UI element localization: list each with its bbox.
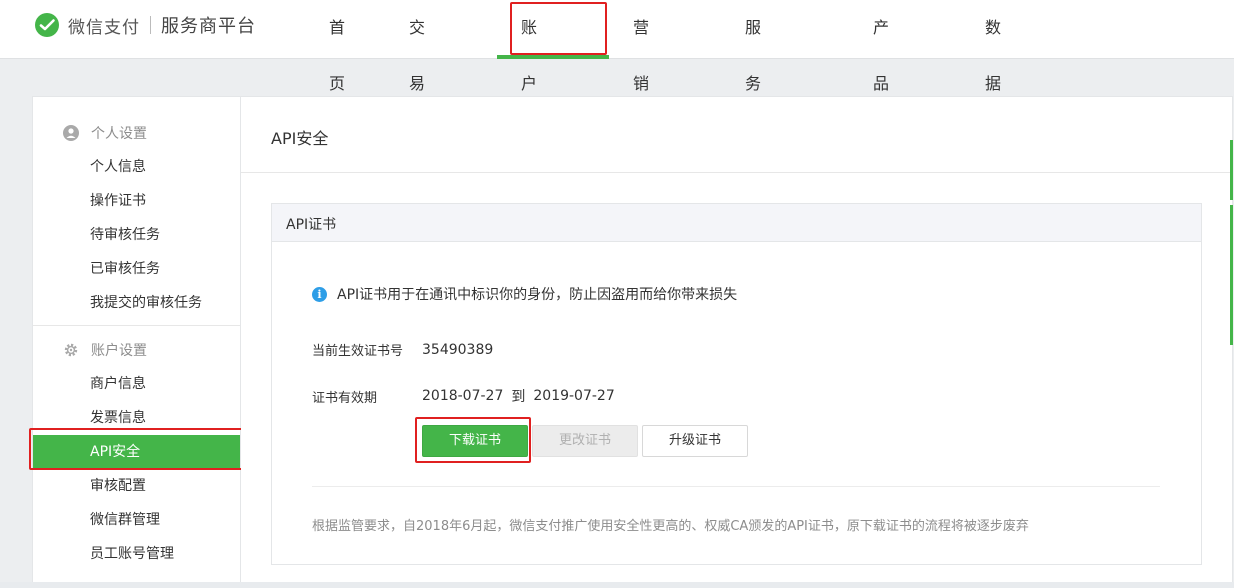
validity-label: 证书有效期: [312, 390, 378, 406]
wechat-pay-logo-icon: [35, 13, 59, 37]
sidebar-group-account: 账户设置: [63, 340, 147, 360]
user-icon: [63, 125, 79, 141]
title-divider: [241, 172, 1232, 173]
nav-home[interactable]: 首页: [329, 0, 345, 93]
sidebar-item-staff-accounts[interactable]: 员工账号管理: [33, 537, 240, 571]
valid-from: 2018-07-27: [422, 388, 504, 404]
nav-provider-functions[interactable]: 服务商功能: [745, 0, 761, 261]
sidebar-item-wechat-group[interactable]: 微信群管理: [33, 503, 240, 537]
cert-number-row: 当前生效证书号 35490389: [312, 340, 494, 360]
validity-row: 证书有效期 2018-07-27 到 2019-07-27: [312, 386, 615, 406]
info-tip: i API证书用于在通讯中标识你的身份，防止因盗用而给你带来损失: [312, 284, 737, 304]
change-cert-button[interactable]: 更改证书: [532, 425, 638, 457]
page-title: API安全: [271, 129, 329, 148]
valid-to: 2019-07-27: [533, 388, 615, 404]
brand-logo[interactable]: 微信支付 服务商平台: [34, 12, 256, 38]
sidebar-item-review-config[interactable]: 审核配置: [33, 469, 240, 503]
validity-to-word: 到: [511, 389, 526, 405]
tip-text: API证书用于在通讯中标识你的身份，防止因盗用而给你带来损失: [337, 287, 738, 303]
scrollbar-accent: [1230, 205, 1233, 345]
bottom-strip: [0, 582, 1234, 588]
nav-products[interactable]: 产品中心: [873, 0, 889, 205]
platform-name: 服务商平台: [161, 16, 256, 37]
sidebar-item-reviewed[interactable]: 已审核任务: [33, 252, 240, 286]
card-title: API证书: [286, 217, 337, 233]
sidebar-group-label: 账户设置: [91, 343, 147, 359]
nav-active-indicator: [497, 55, 609, 59]
brand-name: 微信支付: [68, 17, 140, 38]
nav-data[interactable]: 数据中心: [985, 0, 1001, 205]
sidebar-item-pending-review[interactable]: 待审核任务: [33, 218, 240, 252]
cert-number-value: 35490389: [422, 341, 494, 358]
card-header: API证书: [272, 204, 1201, 242]
sidebar-group-personal: 个人设置: [63, 123, 147, 143]
sidebar-item-operation-cert[interactable]: 操作证书: [33, 184, 240, 218]
sidebar: 个人设置 个人信息 操作证书 待审核任务 已审核任务 我提交的审核任务 账户设置…: [32, 96, 241, 588]
nav-marketing[interactable]: 营销中心: [633, 0, 649, 205]
sidebar-item-merchant-info[interactable]: 商户信息: [33, 367, 240, 401]
download-annotation-box: [415, 417, 531, 463]
top-header: 微信支付 服务商平台 首页 交易中心 账户中心 营销中心 服务商功能 产品中心 …: [0, 0, 1234, 261]
regulation-note: 根据监管要求，自2018年6月起，微信支付推广使用安全性更高的、权威CA颁发的A…: [312, 519, 1029, 534]
card-divider: [312, 486, 1160, 487]
sidebar-divider: [33, 325, 240, 326]
sidebar-item-personal-info[interactable]: 个人信息: [33, 150, 240, 184]
gear-icon: [64, 343, 78, 357]
nav-annotation-box: [510, 2, 607, 55]
info-icon: i: [312, 286, 327, 302]
sidebar-group-label: 个人设置: [91, 126, 147, 142]
api-cert-card: API证书 i API证书用于在通讯中标识你的身份，防止因盗用而给你带来损失 当…: [271, 203, 1202, 565]
cert-number-label: 当前生效证书号: [312, 344, 404, 359]
nav-transactions[interactable]: 交易中心: [409, 0, 425, 205]
brand-separator: [150, 16, 151, 34]
upgrade-cert-button[interactable]: 升级证书: [642, 425, 748, 457]
scrollbar-accent: [1230, 140, 1233, 200]
sidebar-item-my-submitted-reviews[interactable]: 我提交的审核任务: [33, 286, 240, 320]
sidebar-annotation-box: [29, 428, 243, 470]
